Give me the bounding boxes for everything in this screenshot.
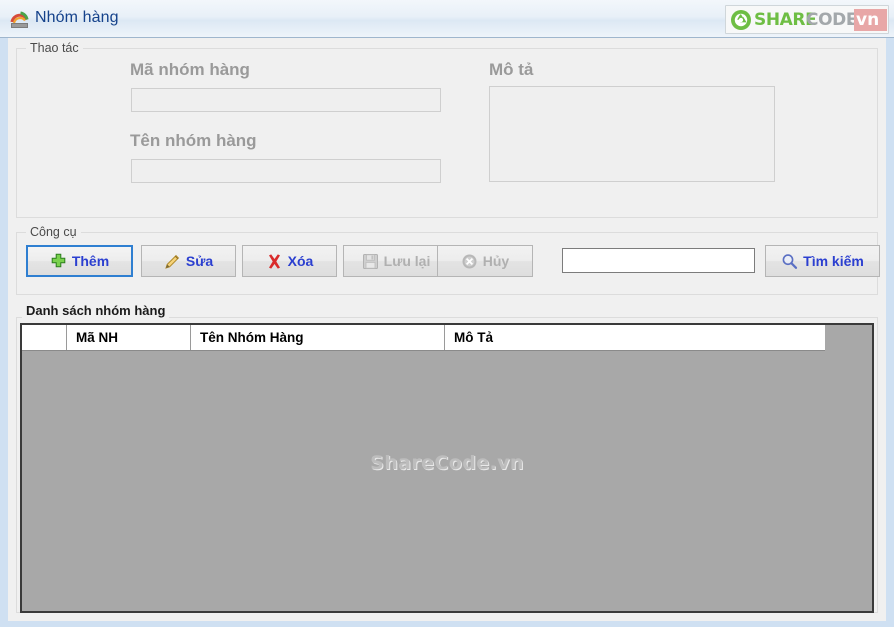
search-button[interactable]: Tìm kiếm	[765, 245, 880, 277]
logo-text-dot: .	[847, 10, 854, 30]
grid-column-ma-nh[interactable]: Mã NH	[67, 325, 191, 350]
grid-column-mo-ta[interactable]: Mô Tả	[445, 325, 825, 350]
window-bottom-border	[0, 621, 894, 627]
save-button-label: Lưu lại	[383, 253, 431, 269]
cancel-button-label: Hủy	[482, 253, 510, 269]
save-disk-icon	[362, 253, 379, 270]
name-field-label: Tên nhóm hàng	[130, 131, 257, 150]
pencil-icon	[164, 253, 181, 270]
edit-button[interactable]: Sửa	[141, 245, 236, 277]
edit-button-label: Sửa	[185, 253, 214, 269]
data-grid[interactable]: Mã NH Tên Nhóm Hàng Mô Tả ShareCode.vn C…	[20, 323, 874, 613]
operation-groupbox-label: Thao tác	[26, 41, 83, 55]
description-textarea[interactable]	[489, 86, 775, 182]
grid-watermark-center: ShareCode.vn	[370, 452, 524, 474]
plus-icon	[50, 253, 67, 270]
grid-column-ten-nhom-hang[interactable]: Tên Nhóm Hàng	[191, 325, 445, 350]
code-input[interactable]	[131, 88, 441, 112]
delete-button[interactable]: Xóa	[242, 245, 337, 277]
code-field-label: Mã nhóm hàng	[130, 60, 250, 79]
client-area: Thao tác Mã nhóm hàng Tên nhóm hàng Mô t…	[8, 38, 886, 621]
cancel-button[interactable]: Hủy	[437, 245, 533, 277]
delete-x-icon	[266, 253, 283, 270]
search-input[interactable]	[562, 248, 755, 273]
logo-text-vn: vn	[856, 10, 880, 30]
add-button-label: Thêm	[71, 253, 110, 269]
window-right-border	[886, 38, 894, 621]
grid-header-row: Mã NH Tên Nhóm Hàng Mô Tả	[22, 325, 825, 351]
window-title: Nhóm hàng	[35, 9, 119, 26]
list-groupbox-label: Danh sách nhóm hàng	[22, 303, 170, 318]
grid-column-selector[interactable]	[22, 325, 67, 350]
delete-button-label: Xóa	[287, 253, 314, 269]
app-window: Nhóm hàng SHARE CODE . vn Thao tác Mã nh…	[0, 0, 894, 627]
tools-groupbox-label: Công cụ	[26, 225, 81, 239]
search-icon	[781, 253, 798, 270]
cancel-circle-icon	[461, 253, 478, 270]
title-bar: Nhóm hàng SHARE CODE . vn	[0, 0, 894, 38]
add-button[interactable]: Thêm	[26, 245, 133, 277]
app-window-icon	[10, 11, 29, 28]
save-button[interactable]: Lưu lại	[343, 245, 449, 277]
search-button-label: Tìm kiếm	[803, 253, 864, 269]
description-field-label: Mô tả	[489, 60, 534, 79]
name-input[interactable]	[131, 159, 441, 183]
sharecode-logo: SHARE CODE . vn	[725, 5, 889, 34]
window-left-border	[0, 38, 8, 621]
sharecode-logo-icon	[730, 9, 752, 31]
